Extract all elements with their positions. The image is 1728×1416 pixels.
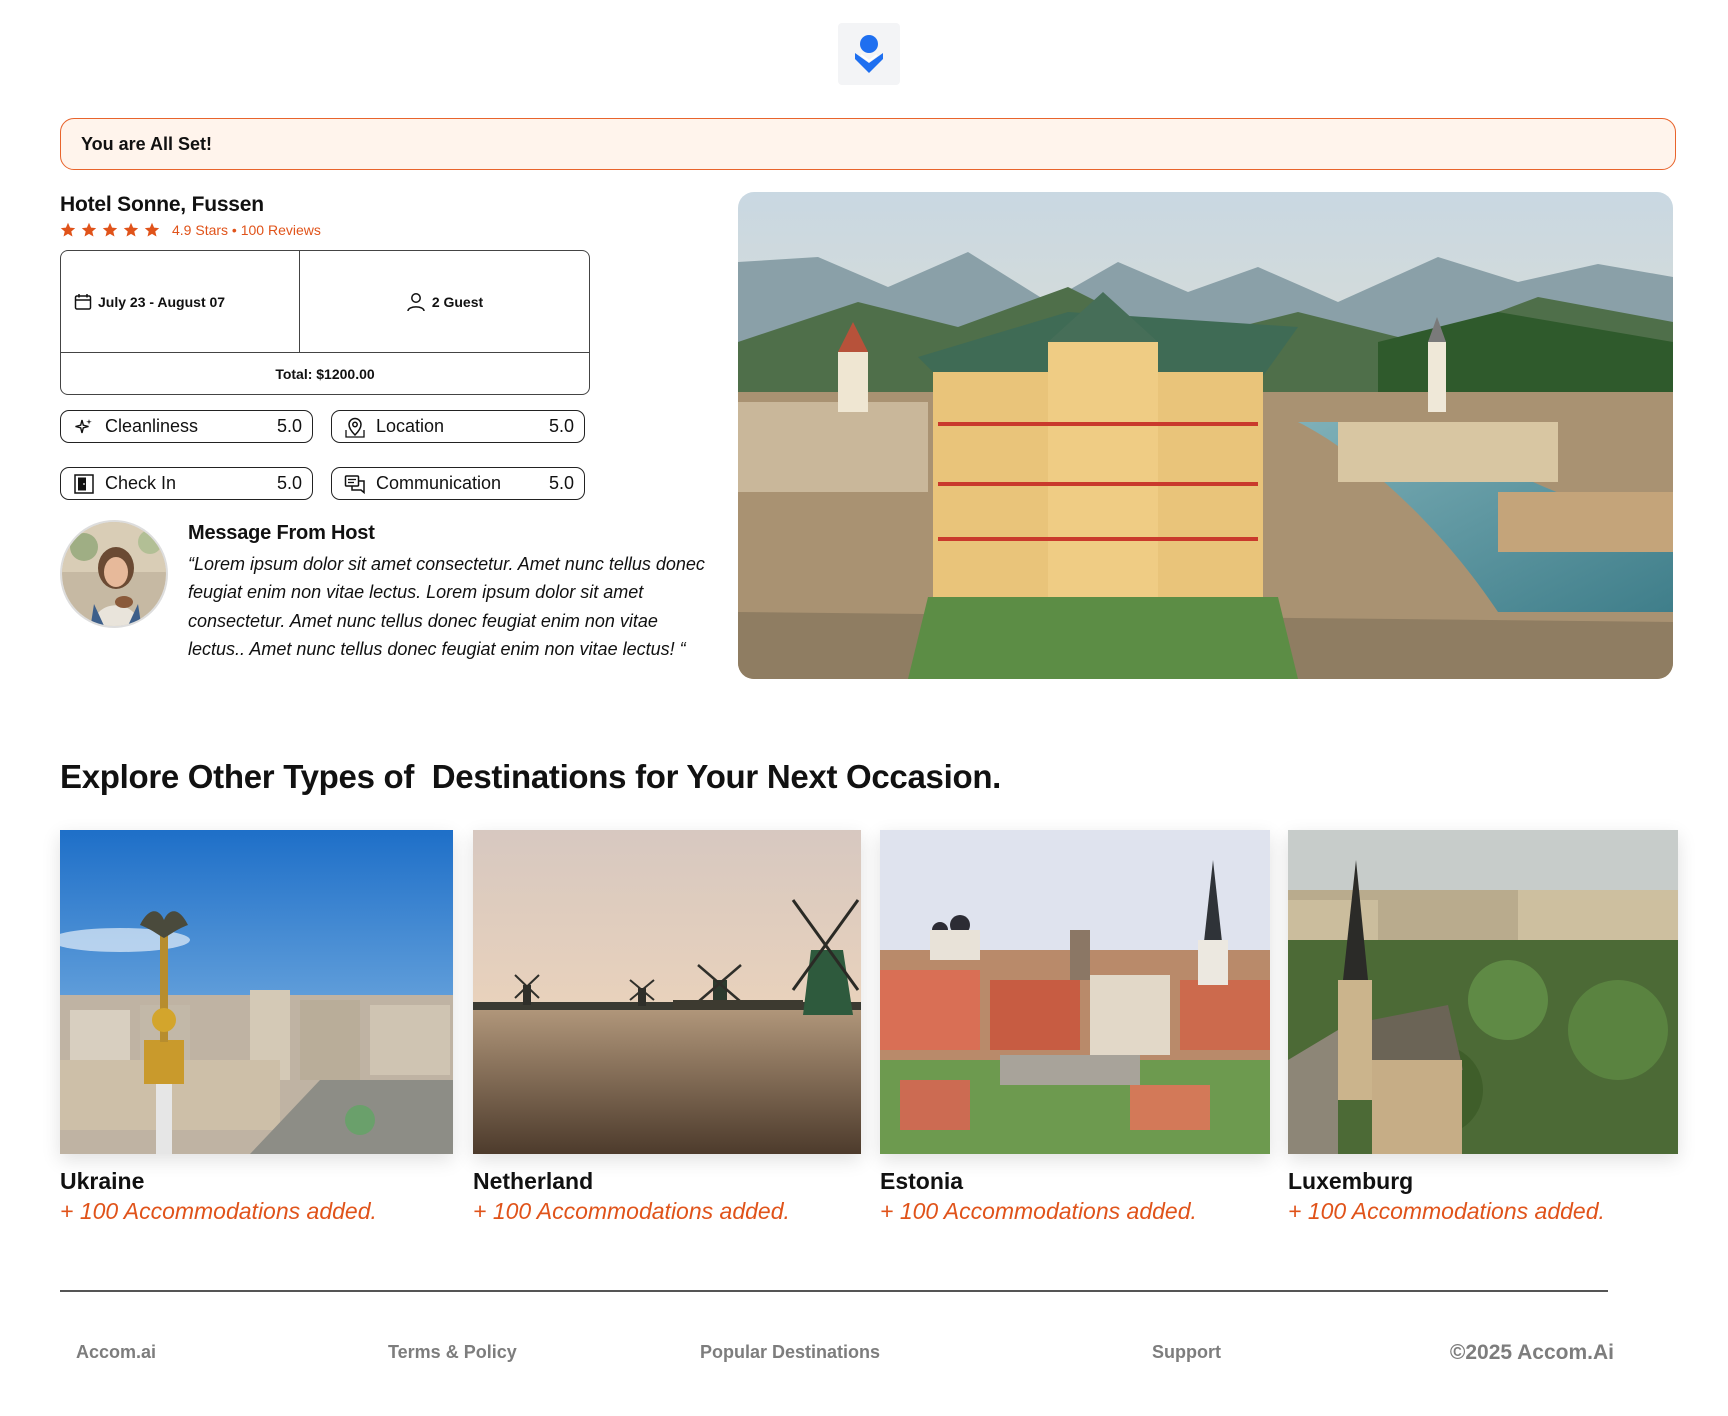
footer-link-terms[interactable]: Terms & Policy bbox=[388, 1342, 517, 1363]
footer-link-support[interactable]: Support bbox=[1152, 1342, 1221, 1363]
star-icon bbox=[102, 222, 118, 237]
destination-name: Estonia bbox=[880, 1168, 964, 1194]
score-cleanliness: Cleanliness 5.0 bbox=[60, 410, 313, 443]
map-pin-icon bbox=[344, 416, 366, 438]
destination-subtitle: + 100 Accommodations added. bbox=[473, 1198, 790, 1224]
banner-text: You are All Set! bbox=[81, 133, 213, 154]
app-logo[interactable] bbox=[838, 23, 900, 85]
footer-link-popular-destinations[interactable]: Popular Destinations bbox=[700, 1342, 880, 1363]
star-icon bbox=[123, 222, 139, 237]
score-label: Cleanliness bbox=[105, 416, 199, 436]
destination-subtitle: + 100 Accommodations added. bbox=[1288, 1198, 1605, 1224]
destination-card-estonia[interactable]: Estonia + 100 Accommodations added. bbox=[880, 830, 1270, 1224]
door-icon bbox=[73, 473, 95, 495]
destination-card-netherland[interactable]: Netherland + 100 Accommodations added. bbox=[473, 830, 861, 1224]
booking-dates-text: July 23 - August 07 bbox=[98, 293, 226, 310]
footer-copyright: ©2025 Accom.Ai bbox=[1449, 1341, 1614, 1364]
booking-guests-text: 2 Guest bbox=[431, 293, 484, 310]
star-icon bbox=[60, 222, 76, 237]
hotel-hero-image bbox=[738, 192, 1673, 679]
star-icon bbox=[81, 222, 97, 237]
booking-guests[interactable]: 2 Guest bbox=[300, 251, 589, 353]
user-icon bbox=[407, 292, 425, 311]
host-message-title: Message From Host bbox=[188, 522, 375, 544]
calendar-icon bbox=[74, 293, 92, 310]
footer-divider bbox=[60, 1290, 1608, 1292]
destination-image bbox=[880, 830, 1270, 1154]
host-message-text: “Lorem ipsum dolor sit amet consectetur.… bbox=[188, 554, 705, 660]
chat-icon bbox=[344, 473, 366, 495]
score-location: Location 5.0 bbox=[331, 410, 585, 443]
sparkle-icon bbox=[73, 416, 95, 438]
booking-summary: July 23 - August 07 2 Guest Total: $1200… bbox=[60, 250, 590, 395]
score-label: Check In bbox=[105, 473, 177, 493]
score-value: 5.0 bbox=[276, 473, 302, 493]
score-label: Location bbox=[376, 416, 445, 436]
star-icon bbox=[144, 222, 160, 237]
pin-person-icon bbox=[855, 35, 883, 73]
destination-name: Netherland bbox=[473, 1168, 594, 1194]
destination-image bbox=[1288, 830, 1678, 1154]
rating-text: 4.9 Stars • 100 Reviews bbox=[172, 222, 321, 238]
destination-card-ukraine[interactable]: Ukraine + 100 Accommodations added. bbox=[60, 830, 453, 1224]
star-rating bbox=[60, 222, 160, 238]
score-value: 5.0 bbox=[548, 473, 574, 493]
destination-image bbox=[473, 830, 861, 1154]
score-check-in: Check In 5.0 bbox=[60, 467, 313, 500]
destination-name: Luxemburg bbox=[1288, 1168, 1414, 1194]
score-value: 5.0 bbox=[548, 416, 574, 436]
footer-link-accom[interactable]: Accom.ai bbox=[76, 1342, 156, 1363]
destination-subtitle: + 100 Accommodations added. bbox=[60, 1198, 377, 1224]
success-banner: You are All Set! bbox=[60, 118, 1676, 170]
booking-total: Total: $1200.00 bbox=[275, 365, 375, 382]
hotel-name: Hotel Sonne, Fussen bbox=[60, 193, 264, 216]
destination-name: Ukraine bbox=[60, 1168, 145, 1194]
destination-image bbox=[60, 830, 453, 1154]
explore-section-title: Explore Other Types of Destinations for … bbox=[60, 758, 1002, 795]
destination-subtitle: + 100 Accommodations added. bbox=[880, 1198, 1197, 1224]
host-avatar bbox=[60, 520, 168, 628]
booking-dates[interactable]: July 23 - August 07 bbox=[61, 251, 300, 353]
score-label: Communication bbox=[376, 473, 502, 493]
score-value: 5.0 bbox=[276, 416, 302, 436]
hotel-rating: 4.9 Stars • 100 Reviews bbox=[60, 222, 321, 238]
score-communication: Communication 5.0 bbox=[331, 467, 585, 500]
destination-card-luxemburg[interactable]: Luxemburg + 100 Accommodations added. bbox=[1288, 830, 1678, 1224]
